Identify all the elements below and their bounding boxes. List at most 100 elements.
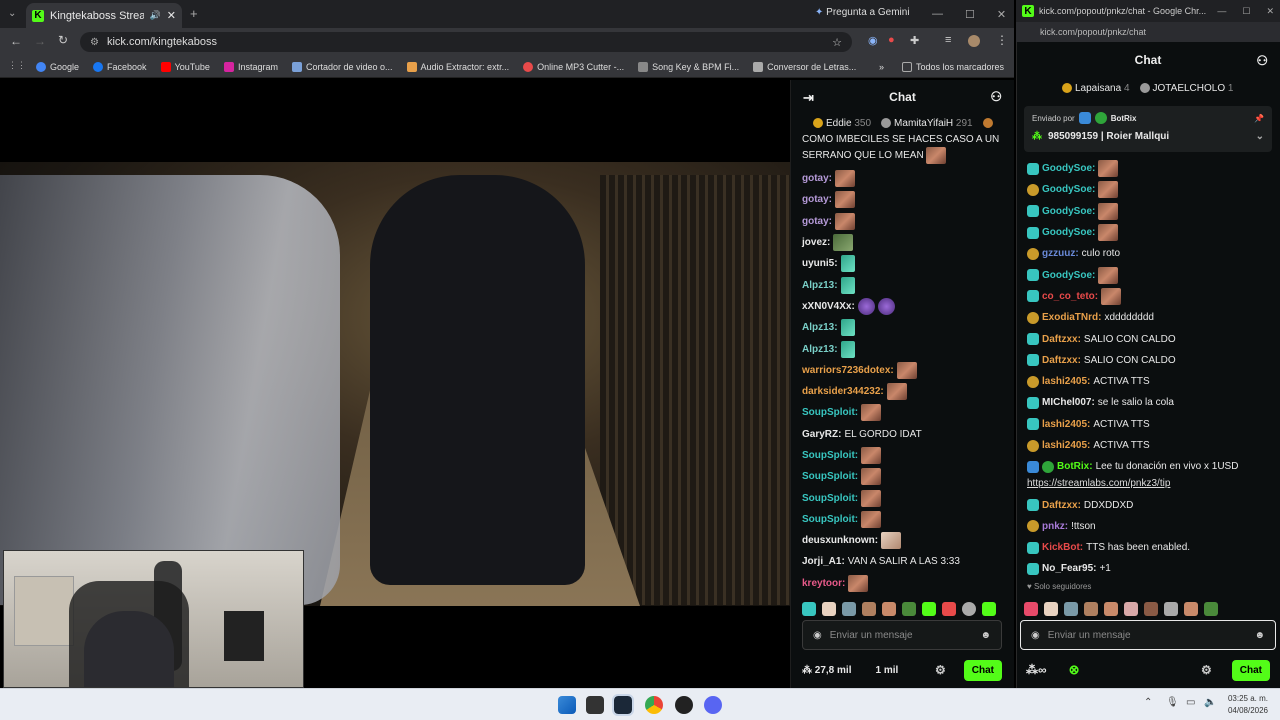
message-user[interactable]: gotay: — [802, 211, 832, 232]
message-user[interactable]: BotRix: — [1057, 456, 1093, 477]
popout-chat-input[interactable]: ◉ Enviar un mensaje ☻ — [1020, 620, 1276, 650]
emote-icon[interactable] — [842, 602, 856, 616]
leader-item[interactable]: Eddie 350 — [813, 118, 871, 129]
minimize-icon[interactable]: — — [932, 8, 943, 20]
volume-icon[interactable]: 🔈 — [1204, 697, 1216, 708]
settings-icon[interactable]: ⚙ — [935, 663, 946, 677]
chevron-down-icon[interactable]: ⌄ — [1256, 131, 1264, 142]
extension-icon[interactable]: ◉ — [868, 34, 878, 47]
emote-icon[interactable] — [1084, 602, 1098, 616]
emote-icon[interactable] — [1124, 602, 1138, 616]
new-tab-button[interactable]: + — [190, 6, 198, 21]
message-user[interactable]: gzzuuz: — [1042, 243, 1079, 264]
emote-icon[interactable] — [862, 602, 876, 616]
points-icon[interactable]: ⁂∞ — [1026, 663, 1047, 677]
send-chat-button[interactable]: Chat — [963, 659, 1002, 681]
send-chat-button[interactable]: Chat — [1231, 659, 1270, 681]
bookmark-mp3-cutter[interactable]: Online MP3 Cutter -... — [523, 61, 624, 72]
pin-icon[interactable]: 📌 — [1254, 114, 1264, 123]
bookmark-instagram[interactable]: Instagram — [223, 61, 278, 72]
message-user[interactable]: jovez: — [802, 232, 830, 253]
apps-icon[interactable]: ⋮⋮ — [8, 60, 26, 71]
bookmark-youtube[interactable]: YouTube — [160, 61, 210, 72]
message-user[interactable]: SoupSploit: — [802, 488, 858, 509]
maximize-icon[interactable]: ☐ — [965, 8, 975, 21]
tab-close-icon[interactable]: ✕ — [167, 9, 176, 22]
chrome-icon[interactable] — [645, 696, 663, 714]
message-user[interactable]: ExodiaTNrd: — [1042, 307, 1101, 328]
mic-icon[interactable]: 🎙 — [1166, 697, 1179, 708]
forward-icon[interactable]: → — [34, 34, 46, 48]
emote-icon[interactable] — [1204, 602, 1218, 616]
message-user[interactable]: Alpz13: — [802, 339, 838, 360]
message-user[interactable]: SoupSploit: — [802, 445, 858, 466]
emote-icon[interactable] — [1184, 602, 1198, 616]
message-user[interactable]: GaryRZ: — [802, 424, 841, 445]
all-bookmarks[interactable]: » Todos los marcadores — [879, 61, 1004, 72]
emoji-icon[interactable]: ☻ — [1254, 630, 1265, 641]
maximize-icon[interactable]: ☐ — [1242, 6, 1250, 17]
emote-icon[interactable] — [882, 602, 896, 616]
emote-icon[interactable] — [922, 602, 936, 616]
emote-icon[interactable] — [962, 602, 976, 616]
emote-icon[interactable] — [942, 602, 956, 616]
emote-icon[interactable] — [1024, 602, 1038, 616]
emoji-icon[interactable]: ☻ — [980, 630, 991, 641]
back-icon[interactable]: ← — [10, 34, 22, 48]
chat-input[interactable]: ◉ Enviar un mensaje ☻ — [802, 620, 1002, 650]
address-bar[interactable]: ⚙ kick.com/kingtekaboss ☆ — [80, 32, 852, 52]
message-user[interactable]: uyuni5: — [802, 253, 838, 274]
network-icon[interactable]: ▭ — [1186, 697, 1195, 708]
message-user[interactable]: MIChel007: — [1042, 392, 1095, 413]
media-icon[interactable]: ≡ — [945, 34, 951, 46]
bookmark-google[interactable]: Google — [36, 61, 79, 72]
steam-icon[interactable] — [612, 694, 634, 716]
obs-icon[interactable] — [675, 696, 693, 714]
message-user[interactable]: Jorji_A1: — [802, 551, 845, 572]
message-user[interactable]: warriors7236dotex: — [802, 360, 894, 381]
emote-icon[interactable] — [1144, 602, 1158, 616]
message-user[interactable]: Daftzxx: — [1042, 329, 1081, 350]
emote-icon[interactable] — [802, 602, 816, 616]
message-user[interactable]: Daftzxx: — [1042, 495, 1081, 516]
settings-icon[interactable]: ⚙ — [1201, 663, 1212, 677]
donation-link[interactable]: https://streamlabs.com/pnkz3/tip — [1027, 477, 1269, 491]
profile-avatar[interactable] — [968, 35, 980, 47]
taskbar-clock[interactable]: 03:25 a. m. 04/08/2026 — [1228, 693, 1268, 717]
message-user[interactable]: Alpz13: — [802, 275, 838, 296]
message-user[interactable]: Daftzxx: — [1042, 350, 1081, 371]
gemini-button[interactable]: ✦ Pregunta a Gemini — [815, 7, 910, 18]
emote-icon[interactable] — [982, 602, 996, 616]
collapse-chat-icon[interactable]: ⇥ — [803, 90, 814, 106]
emote-icon[interactable] — [1164, 602, 1178, 616]
chat-users-icon[interactable]: ⚇ — [1256, 53, 1268, 69]
message-user[interactable]: SoupSploit: — [802, 402, 858, 423]
message-user[interactable]: gotay: — [802, 168, 832, 189]
emote-icon[interactable] — [1044, 602, 1058, 616]
start-icon[interactable] — [558, 696, 576, 714]
message-user[interactable]: lashi2405: — [1042, 414, 1090, 435]
message-user[interactable]: xXN0V4Xx: — [802, 296, 855, 317]
close-window-icon[interactable]: ✕ — [1266, 6, 1274, 17]
emote-icon[interactable] — [902, 602, 916, 616]
bookmark-star-icon[interactable]: ☆ — [832, 36, 842, 49]
emote-icon[interactable] — [1104, 602, 1118, 616]
puzzle-icon[interactable]: ✚ — [910, 34, 919, 47]
leader-item[interactable]: Lapaisana 4 — [1062, 83, 1130, 94]
message-user[interactable]: GoodySoe: — [1042, 158, 1095, 179]
message-user[interactable]: pnkz: — [1042, 516, 1068, 537]
tray-chevron-icon[interactable]: ⌃ — [1144, 697, 1152, 708]
chat-users-icon[interactable]: ⚇ — [990, 89, 1002, 105]
message-user[interactable]: Alpz13: — [802, 317, 838, 338]
bookmark-cortador[interactable]: Cortador de video o... — [291, 61, 393, 72]
emote-icon[interactable] — [1064, 602, 1078, 616]
reload-icon[interactable]: ↻ — [58, 33, 68, 47]
message-user[interactable]: KickBot: — [1042, 537, 1083, 558]
browser-tab[interactable]: K Kingtekaboss Stream - Watc 🔊 ✕ — [26, 3, 182, 28]
emote-icon[interactable] — [822, 602, 836, 616]
leader-item[interactable]: MamitaYifaiH 291 — [881, 118, 973, 129]
message-user[interactable]: co_co_teto: — [1042, 286, 1098, 307]
message-user[interactable]: SoupSploit: — [802, 509, 858, 530]
message-user[interactable]: lashi2405: — [1042, 435, 1090, 456]
message-user[interactable]: deusxunknown: — [802, 530, 878, 551]
